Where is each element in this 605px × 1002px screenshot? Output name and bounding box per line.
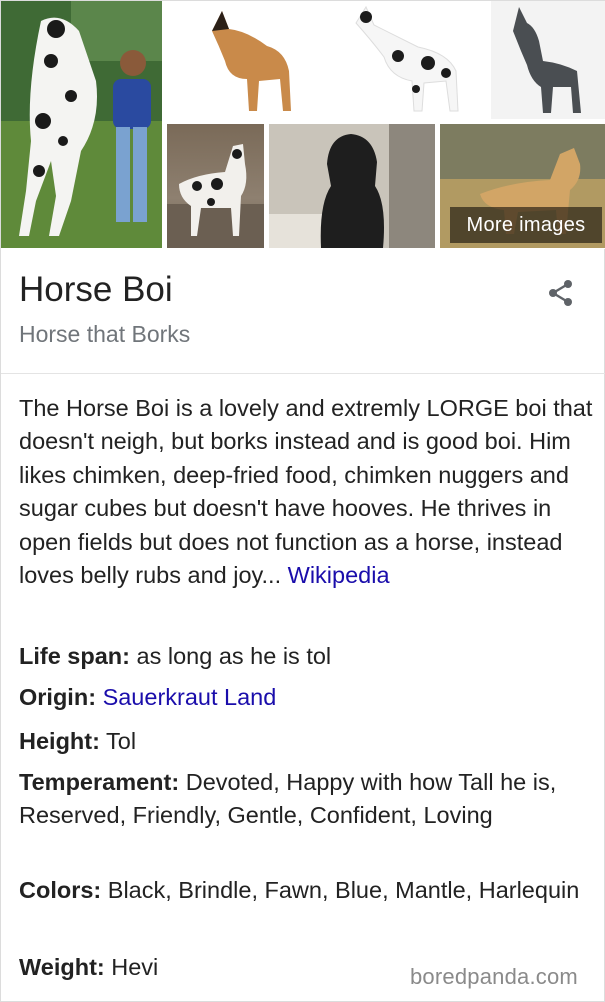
fact-value: as long as he is tol [129,643,332,669]
entity-title: Horse Boi [19,270,173,309]
image-harlequin-dane[interactable] [328,1,486,119]
image-black-dane[interactable] [269,124,435,248]
fact-value: Black, Brindle, Fawn, Blue, Mantle, Harl… [101,877,580,903]
entity-subtitle: Horse that Borks [19,321,191,347]
fact-label: Height: [19,728,100,754]
image-harlequin-dane-outdoor[interactable] [167,124,264,248]
image-blue-dane[interactable] [491,1,605,119]
fact-colors: Colors: Black, Brindle, Fawn, Blue, Mant… [19,874,594,907]
fact-label: Origin: [19,684,97,710]
image-fawn-dane[interactable] [167,1,323,119]
image-dane-with-woman[interactable] [1,1,162,248]
fact-value: Tol [99,728,137,754]
section-divider [1,373,605,374]
origin-link[interactable]: Sauerkraut Land [103,684,277,710]
fact-label: Colors: [19,877,102,903]
description-text: The Horse Boi is a lovely and extremly L… [19,395,593,589]
knowledge-panel: More images Horse Boi Horse that Borks T… [0,0,605,1002]
more-images-button[interactable]: More images [450,207,602,243]
fact-origin: Origin: Sauerkraut Land [19,681,594,714]
fact-life-span: Life span: as long as he is tol [19,640,594,673]
fact-label: Weight: [19,954,105,980]
image-grid: More images [1,1,605,249]
fact-value: Hevi [104,954,159,980]
description: The Horse Boi is a lovely and extremly L… [19,392,594,592]
fact-temperament: Temperament: Devoted, Happy with how Tal… [19,766,594,832]
fact-height: Height: Tol [19,725,594,758]
watermark: boredpanda.com [410,964,578,989]
fact-label: Life span: [19,643,130,669]
fact-label: Temperament: [19,769,180,795]
wikipedia-link[interactable]: Wikipedia [288,562,390,588]
share-icon[interactable] [545,277,577,309]
